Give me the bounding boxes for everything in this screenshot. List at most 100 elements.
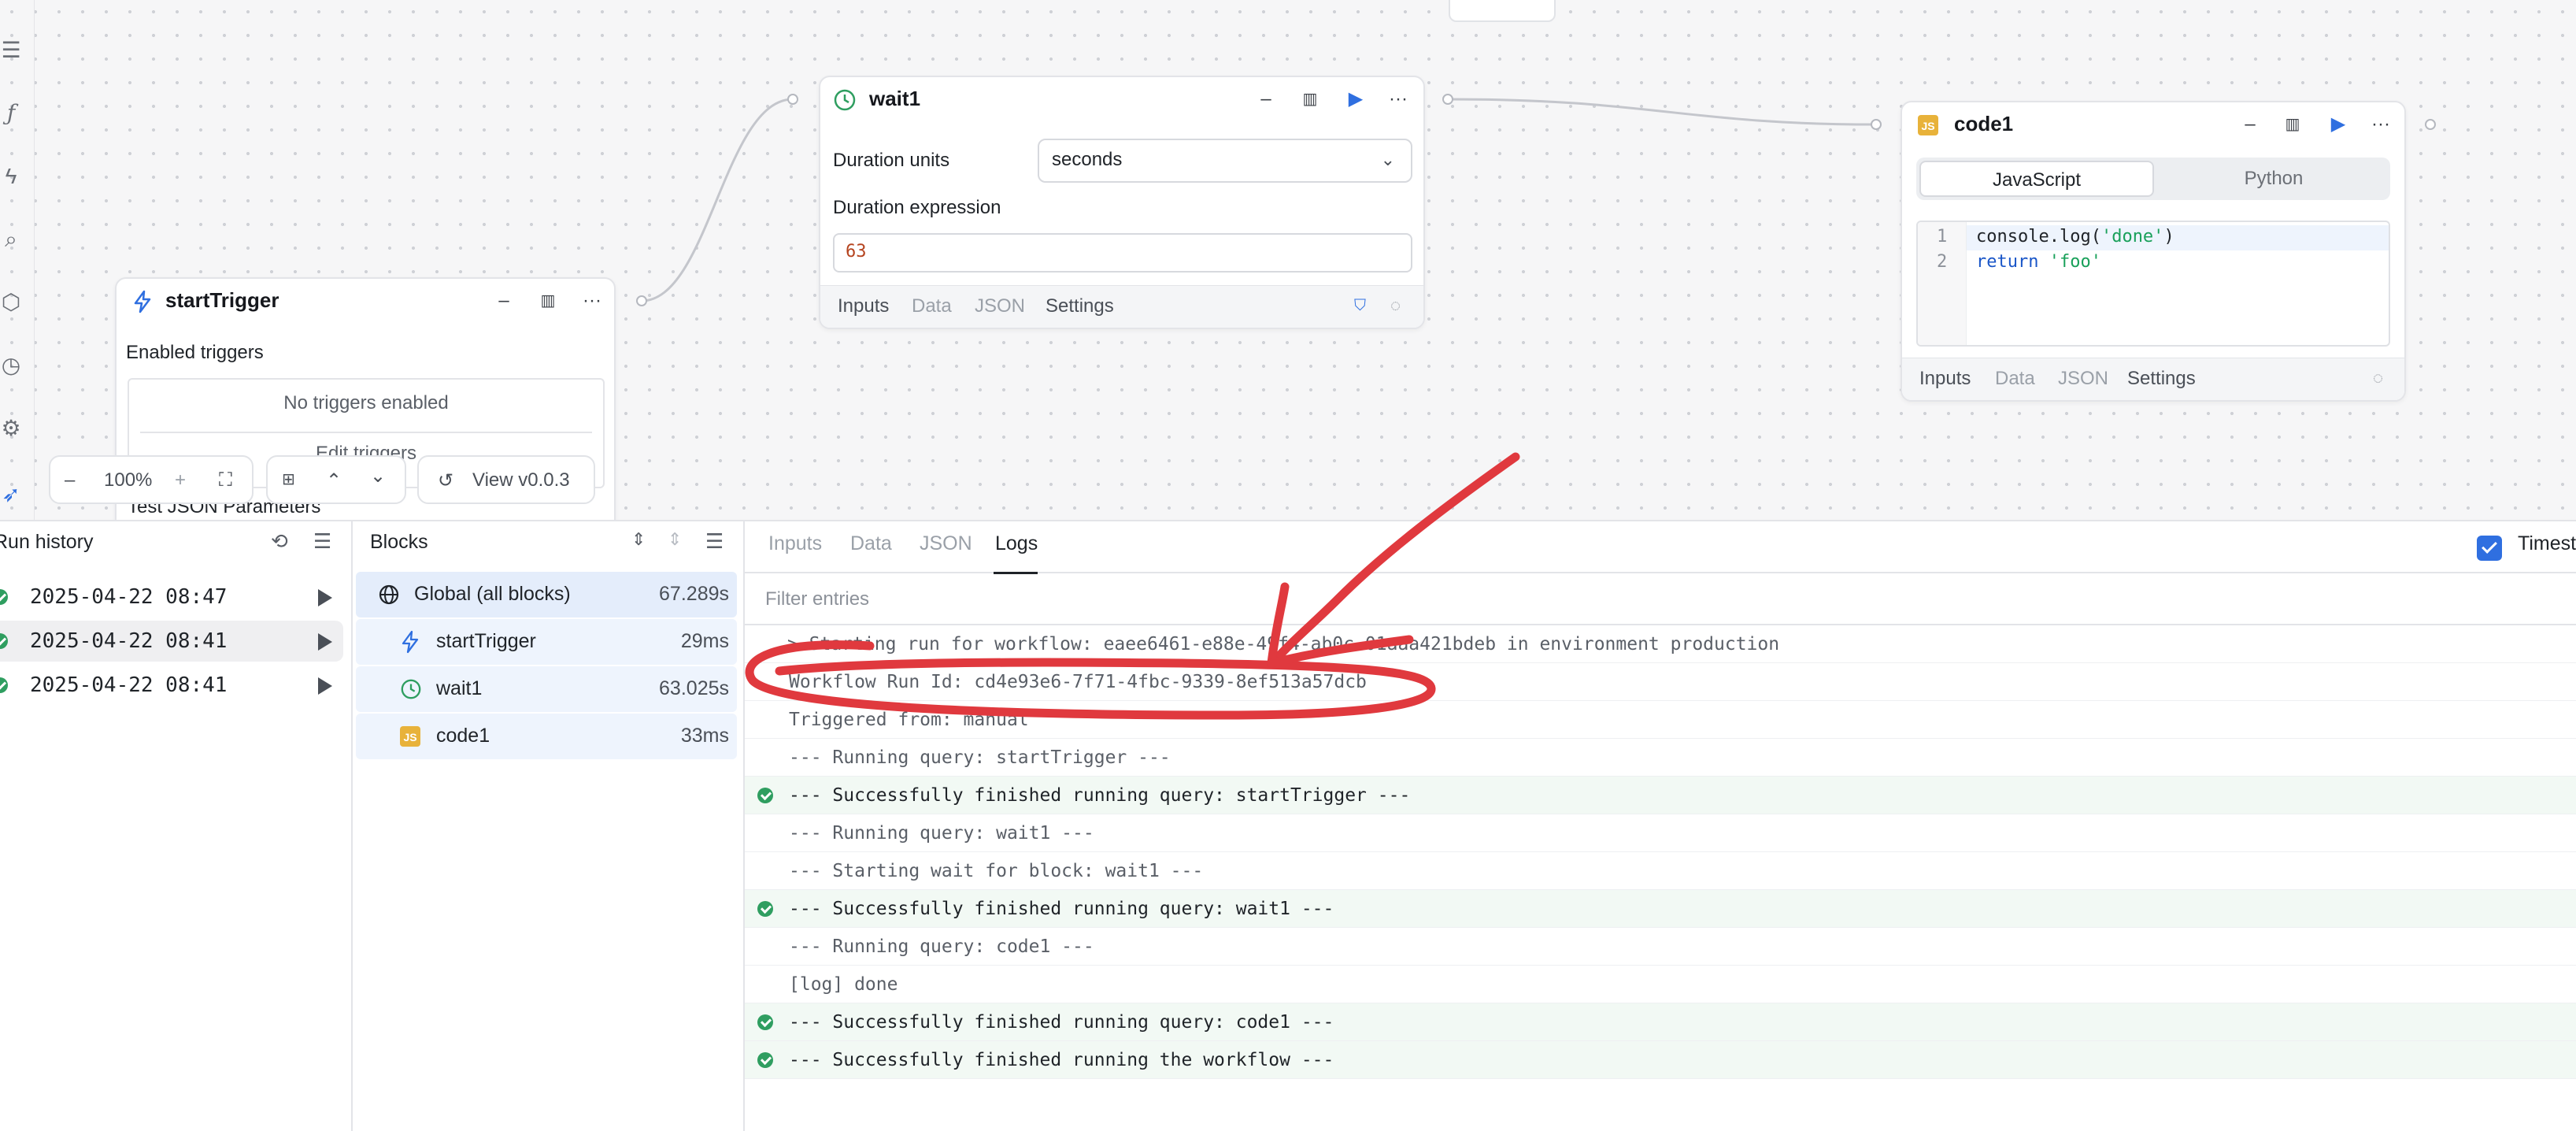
timestamps-label: Timest: [2518, 532, 2576, 554]
tab-settings[interactable]: Settings: [2127, 368, 2196, 390]
filter-icon[interactable]: ☰: [705, 529, 724, 554]
block-item-starttrigger[interactable]: startTrigger 29ms: [356, 619, 737, 665]
tab-python[interactable]: Python: [2157, 161, 2390, 197]
log-text: Triggered from: manual: [789, 710, 1029, 730]
node-title: code1: [1954, 112, 2014, 135]
run-button[interactable]: ▶: [1340, 85, 1371, 113]
chevron-up-icon[interactable]: ⌃: [326, 469, 342, 492]
block-name: startTrigger: [436, 630, 536, 652]
log-text: --- Starting wait for block: wait1 ---: [789, 861, 1204, 881]
tab-data[interactable]: Data: [912, 295, 952, 317]
tab-settings[interactable]: Settings: [1046, 295, 1114, 317]
success-icon: [757, 1014, 773, 1030]
minimize-button[interactable]: –: [2234, 110, 2266, 139]
split-view-button[interactable]: ▥: [1294, 85, 1326, 113]
output-port[interactable]: [636, 295, 647, 306]
tab-javascript[interactable]: JavaScript: [1919, 161, 2154, 197]
node-header: wait1 – ▥ ▶ ···: [820, 77, 1423, 121]
input-port[interactable]: [1871, 119, 1882, 130]
tab-json[interactable]: JSON: [920, 532, 972, 555]
run-date: 2025-04-22 08:41: [30, 673, 228, 697]
split-view-button[interactable]: ▥: [532, 287, 564, 315]
output-port[interactable]: [2425, 119, 2436, 130]
node-tabs: Inputs Data JSON Settings ⛉ ◌: [820, 285, 1423, 328]
sort-icon[interactable]: ⇕: [631, 529, 646, 550]
minimize-button[interactable]: –: [1250, 85, 1282, 113]
log-text: --- Running query: code1 ---: [789, 936, 1094, 957]
logs-panel: Inputs Data JSON Logs Timest > Starting …: [745, 521, 2576, 1131]
duration-units-select[interactable]: seconds ⌄: [1038, 139, 1412, 183]
run-button[interactable]: ▶: [2322, 110, 2354, 139]
code-editor[interactable]: 1 2 console.log('done') return 'foo': [1916, 221, 2390, 347]
expand-icon[interactable]: ⇕: [668, 529, 682, 550]
clock-icon: [401, 679, 421, 699]
filter-entries-input[interactable]: [765, 584, 1553, 614]
filter-icon[interactable]: ☰: [313, 529, 331, 554]
log-text: [log] done: [789, 974, 898, 995]
workflow-canvas[interactable]: ☰ ƒ ϟ ⌕ ⬡ ◷ ⚙ ➶ startTrigger – ▥ ··· Ena…: [0, 0, 2576, 520]
block-time: 33ms: [680, 725, 729, 747]
block-item-code1[interactable]: JS code1 33ms: [356, 714, 737, 759]
zoom-in-button[interactable]: +: [175, 469, 186, 491]
output-port[interactable]: [1442, 94, 1453, 105]
success-icon: [757, 901, 773, 917]
tab-data[interactable]: Data: [850, 532, 892, 555]
run-history-item[interactable]: 2025-04-22 08:41: [0, 665, 343, 706]
tab-json[interactable]: JSON: [975, 295, 1025, 317]
view-version-button[interactable]: ↺ View v0.0.3: [417, 455, 595, 504]
timestamps-checkbox[interactable]: [2477, 536, 2502, 561]
node-tabs: Inputs Data JSON Settings ◌: [1902, 358, 2404, 400]
duration-expression-input[interactable]: 63: [833, 233, 1412, 273]
tab-logs[interactable]: Logs: [995, 532, 1038, 555]
code-line: return 'foo': [1976, 252, 2101, 272]
more-menu-button[interactable]: ···: [2365, 110, 2396, 139]
log-entry: --- Successfully finished running query:…: [745, 777, 2576, 814]
more-menu-button[interactable]: ···: [576, 287, 608, 315]
shield-icon[interactable]: ⛉: [1354, 297, 1366, 315]
tab-inputs[interactable]: Inputs: [768, 532, 822, 555]
js-icon: JS: [1918, 115, 1938, 135]
block-name: wait1: [436, 677, 483, 699]
block-item-global[interactable]: Global (all blocks) 67.289s: [356, 572, 737, 617]
tab-data[interactable]: Data: [1995, 368, 2035, 390]
split-view-button[interactable]: ▥: [2277, 110, 2308, 139]
run-history-item[interactable]: 2025-04-22 08:41: [0, 621, 343, 662]
run-history-item[interactable]: 2025-04-22 08:47: [0, 577, 343, 617]
code-line: console.log('done'): [1976, 227, 2174, 247]
input-port[interactable]: [787, 94, 798, 105]
layout-icon[interactable]: ⊞: [282, 469, 295, 489]
block-name: Global (all blocks): [414, 583, 571, 605]
chevron-down-icon[interactable]: ⌄: [370, 465, 386, 488]
log-entry: --- Running query: wait1 ---: [745, 814, 2576, 852]
refresh-icon[interactable]: ⟲: [271, 529, 288, 554]
panel-title: Run history: [0, 531, 94, 553]
wait1-node[interactable]: wait1 – ▥ ▶ ··· Duration units seconds ⌄…: [819, 76, 1425, 329]
version-label: View v0.0.3: [472, 469, 570, 491]
clock-icon: [834, 89, 856, 111]
log-entry: > Starting run for workflow: eaee6461-e8…: [745, 625, 2576, 663]
success-icon: [0, 633, 8, 649]
run-date: 2025-04-22 08:47: [30, 585, 228, 609]
log-entry: --- Successfully finished running the wo…: [745, 1041, 2576, 1079]
block-item-wait1[interactable]: wait1 63.025s: [356, 666, 737, 712]
node-nav-controls: ⊞ ⌃ ⌄: [266, 455, 406, 504]
tab-inputs[interactable]: Inputs: [1919, 368, 1971, 390]
play-icon[interactable]: [318, 677, 332, 695]
canvas-top-toolbar[interactable]: [1449, 0, 1556, 22]
success-icon: [0, 589, 8, 605]
code1-node[interactable]: JS code1 – ▥ ▶ ··· JavaScript Python 1 2…: [1901, 101, 2406, 402]
play-icon[interactable]: [318, 589, 332, 606]
minimize-button[interactable]: –: [488, 287, 520, 315]
empty-text: No triggers enabled: [283, 392, 449, 413]
zoom-controls: – 100% + ⛶: [49, 455, 254, 504]
tab-json[interactable]: JSON: [2058, 368, 2108, 390]
zoom-out-button[interactable]: –: [65, 469, 75, 491]
fit-view-icon[interactable]: ⛶: [219, 469, 232, 491]
more-menu-button[interactable]: ···: [1382, 85, 1414, 113]
log-text: --- Running query: wait1 ---: [789, 823, 1094, 844]
play-icon[interactable]: [318, 633, 332, 651]
block-time: 29ms: [680, 630, 729, 652]
run-history-panel: Run history ⟲ ☰ 2025-04-22 08:47 2025-04…: [0, 521, 353, 1131]
tab-inputs[interactable]: Inputs: [838, 295, 889, 317]
log-entry: Workflow Run Id: cd4e93e6-7f71-4fbc-9339…: [745, 663, 2576, 701]
